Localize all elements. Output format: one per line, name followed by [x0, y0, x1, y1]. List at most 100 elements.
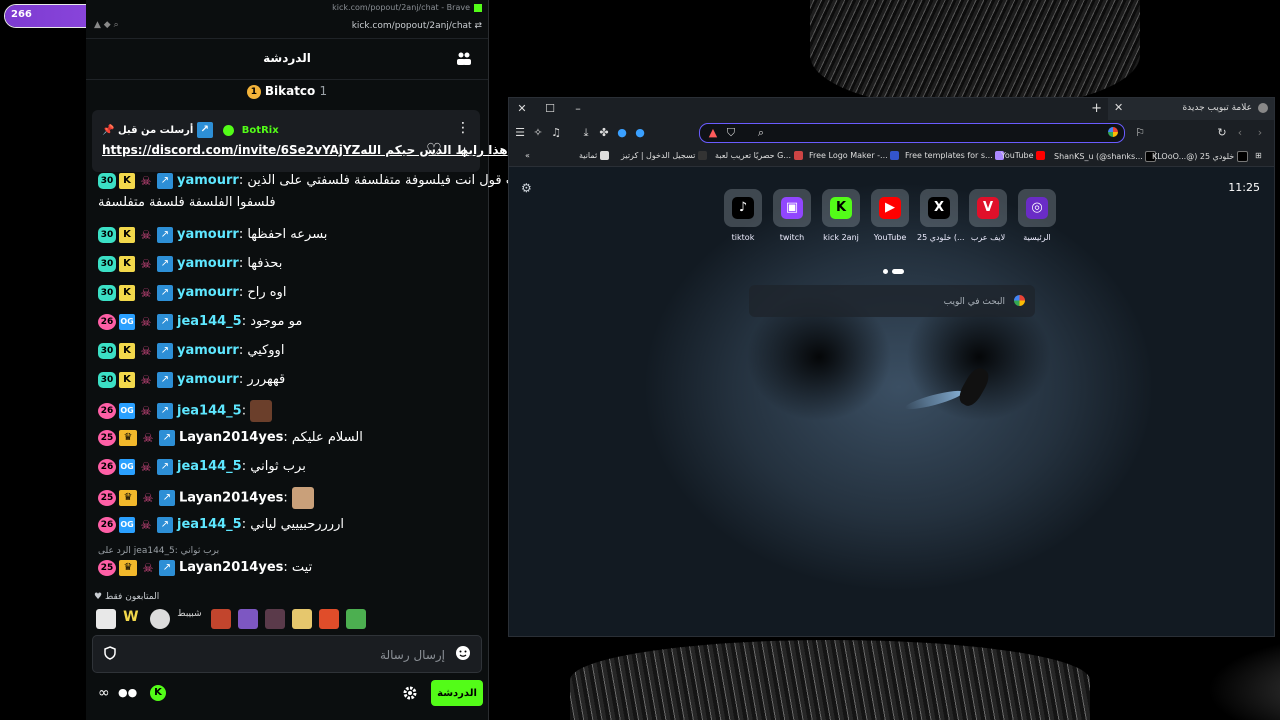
message-input[interactable]	[121, 644, 447, 666]
chat-username[interactable]: yamourr	[177, 343, 239, 358]
maximize-icon[interactable]: ☐	[543, 102, 557, 115]
chat-username[interactable]: jea144_5	[177, 459, 242, 474]
top-gifter[interactable]: 1 Bikatco 1	[86, 84, 488, 99]
bookmark-1[interactable]: ثمانية	[579, 151, 612, 160]
heart-icon[interactable]: ♡	[426, 140, 442, 161]
brave-rewards-icon[interactable]: ▲	[706, 126, 720, 140]
close-window-icon[interactable]: ✕	[515, 102, 529, 115]
customize-gear-icon[interactable]: ⚙	[521, 181, 532, 195]
chat-header: الدردشة	[86, 38, 488, 80]
top-site-tile[interactable]: ▶ YouTube	[868, 189, 912, 242]
top-site-tile[interactable]: V لايف عرب	[966, 189, 1010, 242]
gear-icon[interactable]	[402, 685, 418, 701]
reload-icon[interactable]: ↻	[1215, 126, 1229, 140]
pinned-author[interactable]: BotRix	[242, 125, 279, 136]
kick-badge-icon: K	[119, 172, 135, 189]
points-icon[interactable]: ●●	[118, 686, 137, 699]
chat-username[interactable]: jea144_5	[177, 404, 242, 419]
tab-new-tab[interactable]: ✕ علامة تبويب جديدة	[1108, 98, 1274, 120]
infinity-icon[interactable]: ∞	[98, 685, 110, 701]
chat-username[interactable]: yamourr	[177, 227, 239, 242]
chat-url[interactable]: kick.com/popout/2anj/chat ⇄	[352, 21, 482, 31]
new-tab-icon[interactable]: +	[1091, 101, 1102, 116]
puzzle-icon[interactable]: ✤	[597, 126, 611, 140]
bookmarks-overflow-icon[interactable]: «	[525, 151, 530, 160]
bookmark-3[interactable]: حصريًا تعريب لعبة G...	[715, 151, 806, 160]
bookmark-icon[interactable]: ⚐	[1133, 126, 1147, 140]
more-options-icon[interactable]: ⋮	[456, 120, 470, 136]
chat-emote[interactable]	[250, 400, 273, 422]
kick-logo-icon[interactable]: K	[150, 685, 166, 701]
chat-username[interactable]: Layan2014yes	[179, 491, 283, 506]
skull-badge-icon: ☠	[140, 256, 152, 271]
bookmarks-bar: « ثمانية تسجيل الدخول | كرتيز حصريًا تعر…	[509, 146, 1274, 167]
chat-username[interactable]: yamourr	[177, 173, 239, 188]
chat-username[interactable]: jea144_5	[177, 314, 242, 329]
chat-message: 25 ♛ ☠ ↗ Layan2014yes:	[98, 487, 314, 509]
bookmark-8[interactable]: KLOoO...@) خلودي 25	[1152, 151, 1251, 162]
chat-username[interactable]: yamourr	[177, 285, 239, 300]
separator: :	[241, 517, 251, 532]
chat-username[interactable]: Layan2014yes	[179, 430, 283, 445]
back-icon[interactable]: ›	[1253, 126, 1267, 140]
top-site-tile[interactable]: ▣ twitch	[770, 189, 814, 242]
top-sites-pager[interactable]	[881, 259, 906, 278]
chat-username[interactable]: yamourr	[177, 372, 239, 387]
reply-reference[interactable]: الرد على jea144_5: برب ثواني	[98, 542, 219, 560]
emote-w[interactable]: W	[123, 609, 143, 629]
brave-shield-icon[interactable]: ⛉	[724, 126, 738, 140]
emote-ghost[interactable]	[150, 608, 171, 629]
apps-grid-icon[interactable]: ⊞	[1255, 151, 1262, 160]
close-tab-icon[interactable]: ✕	[1114, 101, 1123, 114]
extension-cyan-icon[interactable]: ●	[633, 126, 647, 140]
emote-grid[interactable]	[237, 608, 258, 629]
top-site-tile[interactable]: Kkick 2anj	[819, 189, 863, 242]
emote-duck[interactable]	[96, 608, 116, 629]
wallpaper-chin	[570, 640, 1090, 720]
skull-badge-icon: ☠	[140, 285, 152, 300]
chat-text: برب ثواني	[250, 459, 306, 474]
pinned-link[interactable]: https://discord.com/invite/6Se2vYAjYZ	[102, 143, 360, 157]
emote-text[interactable]: شبيبط	[177, 609, 201, 629]
chat-username[interactable]: jea144_5	[177, 517, 242, 532]
shield-icon[interactable]	[103, 646, 117, 660]
settings-sliders-icon[interactable]: ⇄	[474, 21, 482, 31]
pinned-header: 📌 أرسلت من قبل ↗ BotRix	[102, 122, 279, 138]
top-site-tile[interactable]: ♪ tiktok	[721, 189, 765, 242]
extension-blue-icon[interactable]: ●	[615, 126, 629, 140]
top-site-tile[interactable]: X خلودي 25 (...	[917, 189, 965, 242]
users-icon[interactable]	[456, 50, 472, 66]
top-site-tile[interactable]: ◎ الرئيسية	[1015, 189, 1059, 242]
emote-troll[interactable]	[291, 608, 312, 629]
web-search-input[interactable]	[759, 293, 1007, 311]
bookmark-4[interactable]: Free Logo Maker -...	[809, 151, 902, 160]
download-icon[interactable]: ⤓	[579, 126, 593, 140]
bookmark-7[interactable]: ShanKS_u (@shanks...	[1054, 151, 1159, 162]
minimize-icon[interactable]: –	[571, 102, 585, 115]
music-icon[interactable]: ♫	[549, 126, 563, 140]
bookmark-2[interactable]: تسجيل الدخول | كرتيز	[621, 151, 710, 160]
send-chat-button[interactable]: الدردشة	[431, 680, 483, 706]
chat-text: اووكيي	[247, 343, 285, 358]
tile-label: twitch	[779, 233, 805, 242]
bookmark-5[interactable]: Free templates for s...	[905, 151, 1007, 160]
emote-car[interactable]	[318, 608, 339, 629]
emoji-icon[interactable]	[455, 645, 471, 661]
menu-icon[interactable]: ☰	[513, 126, 527, 140]
address-bar[interactable]: ▲ ⛉ ⌕	[699, 123, 1125, 143]
forward-icon[interactable]: ‹	[1233, 126, 1247, 140]
emote-face-red[interactable]	[210, 608, 231, 629]
skull-badge-icon: ☠	[140, 404, 152, 418]
emote-pepe[interactable]	[346, 608, 367, 629]
verified-icon	[223, 124, 235, 136]
chat-username[interactable]: yamourr	[177, 256, 239, 271]
chat-message: 30 K ☠ ↗ yamourr: بسرعه احفظها	[98, 226, 327, 244]
bookmark-6[interactable]: YouTube	[1001, 151, 1048, 160]
kick-badge-icon: K	[119, 284, 135, 301]
youtube-icon: ▶	[879, 197, 901, 219]
chat-emote[interactable]	[291, 487, 314, 509]
emote-dark[interactable]	[264, 608, 285, 629]
extensions-icon[interactable]: ✧	[531, 126, 545, 140]
expand-arrow-icon[interactable]: ↓	[459, 146, 470, 161]
chat-username[interactable]: Layan2014yes	[179, 560, 283, 575]
